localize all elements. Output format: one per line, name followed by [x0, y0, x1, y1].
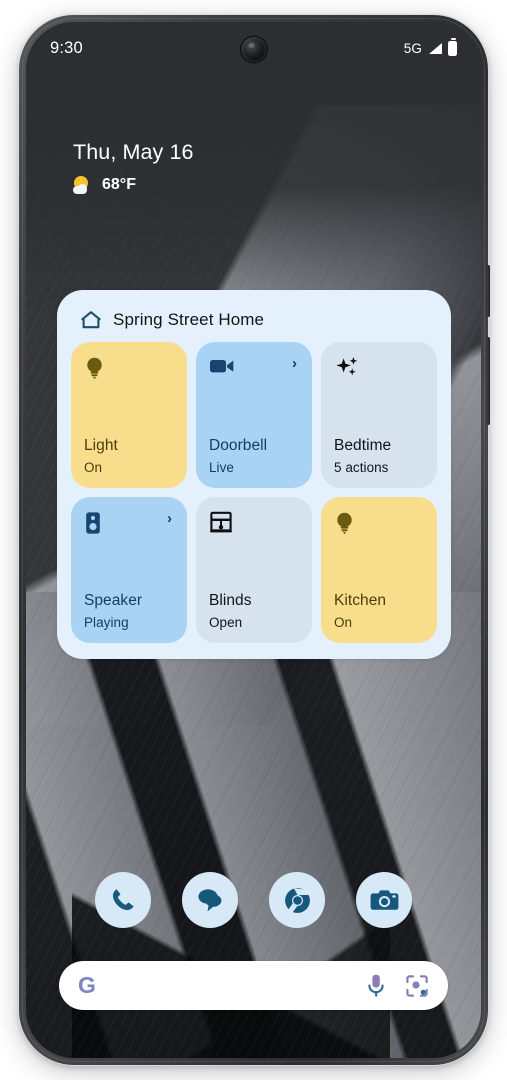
date-label: Thu, May 16 — [73, 140, 194, 164]
google-home-house-icon — [81, 311, 101, 329]
tile-state: On — [84, 460, 103, 475]
tile-label: Speaker — [84, 592, 143, 610]
dock-app-messages[interactable] — [182, 872, 238, 928]
signal-bars-icon — [429, 42, 442, 54]
phone-screenshot: 9:30 5G Thu, May 16 68°F Spring Street H… — [0, 0, 507, 1080]
tile-state: Open — [209, 615, 243, 630]
tile-blinds[interactable]: Blinds Open — [196, 497, 312, 643]
phone-icon — [112, 889, 134, 911]
tile-state: 5 actions — [334, 460, 389, 475]
phone-screen: 9:30 5G Thu, May 16 68°F Spring Street H… — [26, 22, 481, 1058]
volume-button[interactable] — [486, 337, 490, 425]
video-camera-icon — [210, 360, 234, 373]
status-indicators: 5G — [403, 37, 457, 56]
date-weather-widget[interactable]: Thu, May 16 68°F — [73, 140, 194, 194]
tile-bedtime[interactable]: Bedtime 5 actions — [321, 342, 437, 488]
google-g-icon: G — [78, 972, 96, 998]
battery-full-icon — [448, 37, 457, 56]
chat-bubble-icon — [198, 889, 222, 912]
sparkles-icon — [336, 357, 358, 376]
tile-label: Doorbell — [209, 437, 268, 455]
microphone-icon[interactable] — [366, 973, 386, 999]
lightbulb-icon — [337, 512, 352, 535]
dock-app-camera[interactable] — [356, 872, 412, 928]
phone-frame: 9:30 5G Thu, May 16 68°F Spring Street H… — [19, 15, 490, 1065]
speaker-icon — [86, 512, 100, 534]
front-camera-punch-hole-icon — [241, 37, 266, 62]
google-lens-icon[interactable] — [405, 974, 429, 998]
camera-icon — [370, 890, 398, 910]
tile-label: Blinds — [209, 592, 252, 610]
widget-header: Spring Street Home — [71, 304, 437, 342]
tile-kitchen[interactable]: Kitchen On — [321, 497, 437, 643]
tile-label: Light — [84, 437, 118, 455]
chevron-right-icon[interactable]: › — [167, 511, 174, 526]
chevron-right-icon[interactable]: › — [292, 356, 299, 371]
tile-light[interactable]: Light On — [71, 342, 187, 488]
google-home-widget[interactable]: Spring Street Home Light On › Doorbell L… — [57, 290, 451, 659]
tile-doorbell[interactable]: › Doorbell Live — [196, 342, 312, 488]
chrome-icon — [284, 887, 310, 915]
tile-speaker[interactable]: › Speaker Playing — [71, 497, 187, 643]
blinds-icon — [210, 511, 232, 533]
dock-app-phone[interactable] — [95, 872, 151, 928]
app-dock — [26, 872, 481, 928]
tile-label: Bedtime — [334, 437, 392, 455]
device-tile-grid: Light On › Doorbell Live Bedtime 5 actio… — [71, 342, 437, 643]
widget-title: Spring Street Home — [113, 310, 265, 329]
google-search-bar[interactable]: G — [59, 961, 448, 1010]
tile-state: Playing — [84, 615, 129, 630]
tile-state: On — [334, 615, 353, 630]
network-type-label: 5G — [403, 40, 422, 56]
dock-app-chrome[interactable] — [269, 872, 325, 928]
temperature-label: 68°F — [102, 176, 136, 193]
status-clock: 9:30 — [50, 38, 83, 57]
tile-state: Live — [209, 460, 234, 475]
power-button[interactable] — [486, 265, 490, 317]
tile-label: Kitchen — [334, 592, 387, 610]
sun-behind-cloud-icon — [73, 176, 94, 194]
lightbulb-icon — [87, 357, 102, 380]
